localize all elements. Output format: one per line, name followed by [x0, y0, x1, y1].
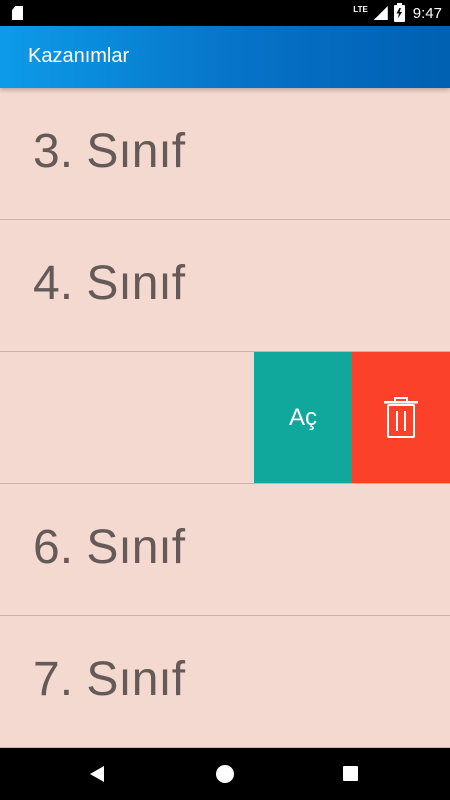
status-bar: LTE 9:47	[0, 0, 450, 26]
sd-card-icon	[12, 6, 23, 20]
app-bar: Kazanımlar	[0, 26, 450, 88]
page-title: Kazanımlar	[28, 45, 130, 67]
list-item-label: 4. Sınıf	[33, 257, 186, 310]
grade-list: 3. Sınıf 4. Sınıf Aç 6. Sınıf 7. Sınıf	[0, 88, 450, 748]
recents-icon[interactable]	[343, 766, 358, 781]
status-icons: LTE 9:47	[353, 0, 442, 26]
list-item[interactable]: 4. Sınıf	[0, 220, 450, 352]
list-item[interactable]: 7. Sınıf	[0, 616, 450, 748]
signal-icon	[373, 6, 388, 20]
network-type-label: LTE	[353, 4, 368, 14]
clock: 9:47	[412, 4, 442, 22]
home-icon[interactable]	[216, 765, 234, 783]
list-item[interactable]: 3. Sınıf	[0, 88, 450, 220]
navigation-bar	[0, 748, 450, 800]
list-item-label: 3. Sınıf	[33, 125, 186, 178]
list-item-label: 6. Sınıf	[33, 521, 186, 574]
trash-icon	[384, 396, 418, 438]
list-item[interactable]: 6. Sınıf	[0, 484, 450, 616]
delete-button[interactable]	[352, 352, 450, 483]
back-icon[interactable]	[90, 766, 104, 782]
battery-charging-icon	[393, 2, 405, 22]
list-item-label: 7. Sınıf	[33, 653, 186, 706]
open-button[interactable]: Aç	[254, 352, 352, 483]
swiped-list-item[interactable]: Aç	[0, 352, 450, 484]
